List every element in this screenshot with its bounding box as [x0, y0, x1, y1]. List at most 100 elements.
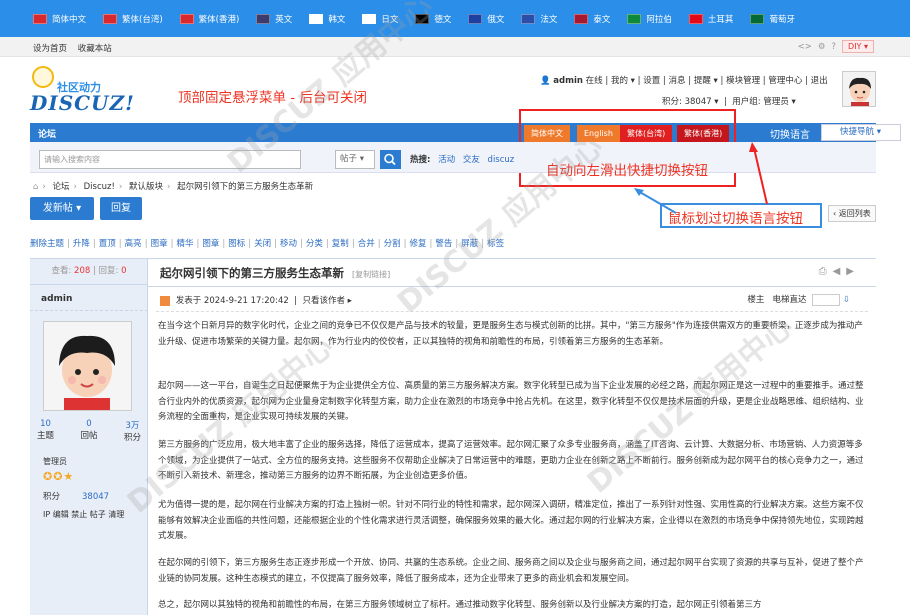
author-avatar[interactable] — [43, 321, 132, 411]
breadcrumb-item[interactable]: 默认版块 — [129, 182, 163, 192]
diy-button[interactable]: DIY ▾ — [842, 40, 874, 53]
divider: | — [455, 239, 459, 249]
link-my[interactable]: 我的 — [611, 76, 628, 86]
lang-btn-zh-hk[interactable]: 繁体(香港) — [677, 125, 730, 142]
breadcrumb-item[interactable]: 论坛 — [53, 182, 70, 192]
lang-option[interactable]: 法文 — [521, 13, 557, 25]
moderation-tool[interactable]: 删除主题 — [30, 239, 64, 249]
new-post-button[interactable]: 发新帖 ▾ — [30, 197, 94, 220]
set-homepage-link[interactable]: 设为首页 — [33, 44, 67, 54]
lang-option[interactable]: 俄文 — [468, 13, 504, 25]
author-name[interactable]: admin — [41, 294, 72, 304]
divider: | — [67, 239, 70, 249]
link-reminders[interactable]: 提醒 — [694, 76, 711, 86]
moderation-tool[interactable]: 关闭 — [254, 239, 271, 249]
help-icon[interactable]: ? — [832, 42, 837, 52]
stat-replies[interactable]: 0 回帖 — [80, 419, 97, 443]
add-favorite-link[interactable]: 收藏本站 — [78, 44, 112, 54]
moderation-tool[interactable]: 升降 — [73, 239, 90, 249]
lang-option[interactable]: 英文 — [256, 13, 292, 25]
search-type-select[interactable]: 帖子 ▾ — [335, 150, 375, 169]
lang-option[interactable]: 韩文 — [309, 13, 345, 25]
divider: | — [300, 239, 303, 249]
breadcrumb-item[interactable]: Discuz! — [84, 182, 115, 192]
switch-language-button[interactable]: 切换语言 — [770, 126, 810, 141]
author-admin-links[interactable]: IP 编辑 禁止 帖子 清理 — [43, 509, 124, 520]
moderation-tool[interactable]: 分类 — [306, 239, 323, 249]
lang-option[interactable]: 繁体(香港) — [179, 13, 239, 25]
settings-icon[interactable]: ⚙ — [818, 42, 826, 52]
moderation-tool[interactable]: 警告 — [435, 239, 452, 249]
print-icon[interactable]: ⎙ — [819, 266, 833, 277]
stat-threads[interactable]: 10 主题 — [37, 419, 54, 443]
back-to-list-button[interactable]: ‹ 返回列表 — [828, 205, 876, 222]
moderation-tool[interactable]: 移动 — [280, 239, 297, 249]
only-author-link[interactable]: 只看该作者 — [302, 296, 345, 306]
reply-button[interactable]: 回复 — [100, 197, 142, 220]
home-icon[interactable]: ⌂ — [33, 182, 38, 192]
lang-option[interactable]: 泰文 — [574, 13, 610, 25]
lang-btn-zh-tw[interactable]: 繁体(台湾) — [620, 125, 673, 142]
link-logout[interactable]: 退出 — [811, 76, 828, 86]
link-module-admin[interactable]: 模块管理 — [726, 76, 760, 86]
lang-option[interactable]: 葡萄牙 — [750, 13, 795, 25]
hot-term[interactable]: 活动 — [438, 155, 455, 165]
top-links-bar: 设为首页 收藏本站 <> ⚙ ? DIY ▾ — [0, 37, 910, 57]
stat-points[interactable]: 3万积分 — [124, 419, 141, 443]
divider: | — [351, 239, 355, 249]
nav-forum[interactable]: 论坛 — [38, 127, 56, 140]
hot-term[interactable]: 交友 — [463, 155, 480, 165]
lang-option[interactable]: 土耳其 — [688, 13, 733, 25]
lang-label: 英文 — [275, 14, 293, 25]
link-settings[interactable]: 设置 — [643, 76, 660, 86]
moderation-tool[interactable]: 屏蔽 — [461, 239, 478, 249]
views-count: 208 — [74, 266, 91, 276]
username[interactable]: admin — [553, 76, 583, 86]
lang-btn-en[interactable]: English — [577, 125, 620, 142]
link-messages[interactable]: 消息 — [669, 76, 686, 86]
stat-value: 3万 — [125, 421, 140, 431]
moderation-tool[interactable]: 复制 — [332, 239, 349, 249]
lang-option[interactable]: 德文 — [415, 13, 451, 25]
breadcrumb-item[interactable]: 起尔网引领下的第三方服务生态革新 — [177, 182, 313, 192]
replies-count: 0 — [121, 266, 127, 276]
goto-floor-button[interactable]: ⇩ — [843, 295, 850, 305]
next-thread-icon[interactable]: ▶ — [846, 266, 860, 277]
moderation-tool[interactable]: 分割 — [384, 239, 401, 249]
goto-floor-input[interactable] — [812, 293, 841, 306]
moderation-tool[interactable]: 标签 — [487, 239, 504, 249]
lang-btn-zh-cn[interactable]: 简体中文 — [524, 125, 570, 142]
lang-label: 葡萄牙 — [769, 14, 795, 25]
moderation-tool[interactable]: 图标 — [228, 239, 245, 249]
divider: | — [429, 239, 433, 249]
user-points[interactable]: 积分: 38047 — [662, 97, 712, 107]
lang-option[interactable]: 阿拉伯 — [627, 13, 672, 25]
moderation-tool[interactable]: 精华 — [176, 239, 193, 249]
quick-nav-dropdown[interactable]: 快捷导航 ▾ — [821, 124, 901, 141]
user-avatar-small[interactable] — [842, 71, 876, 107]
code-icon[interactable]: <> — [798, 42, 812, 52]
author-role[interactable]: 管理员 — [43, 456, 67, 467]
rank-stars-icon: ✪✪★ — [43, 470, 75, 483]
main-nav: 论坛 简体中文 English 繁体(台湾) 繁体(香港) 切换语言 快捷导航 … — [30, 123, 901, 142]
site-logo[interactable]: 社区动力 DISCUZ! — [30, 66, 134, 115]
moderation-tool[interactable]: 图章 — [151, 239, 168, 249]
moderation-tool[interactable]: 置顶 — [99, 239, 116, 249]
search-button[interactable] — [380, 150, 401, 169]
lang-option[interactable]: 日文 — [362, 13, 398, 25]
prev-thread-icon[interactable]: ◀ — [833, 266, 847, 277]
divider: | — [144, 239, 148, 249]
moderation-tool[interactable]: 高亮 — [125, 239, 142, 249]
copy-link[interactable]: [复制链接] — [352, 270, 390, 279]
hot-term[interactable]: discuz — [488, 155, 515, 165]
moderation-tool[interactable]: 修复 — [409, 239, 426, 249]
lang-option[interactable]: 繁体(台湾) — [103, 13, 163, 25]
moderation-tool[interactable]: 图章 — [202, 239, 219, 249]
stat-label: 积分 — [123, 433, 141, 443]
user-group[interactable]: 用户组: 管理员 — [732, 97, 789, 107]
moderation-tool[interactable]: 合并 — [358, 239, 375, 249]
lang-option[interactable]: 简体中文 — [33, 13, 86, 25]
language-bar: 简体中文 繁体(台湾) 繁体(香港) 英文 韩文 日文 德文 俄文 法文 泰文 阿拉伯 土耳其 葡萄牙 — [0, 0, 910, 37]
search-input[interactable]: 请输入搜索内容 — [39, 150, 301, 169]
link-admin-center[interactable]: 管理中心 — [768, 76, 802, 86]
